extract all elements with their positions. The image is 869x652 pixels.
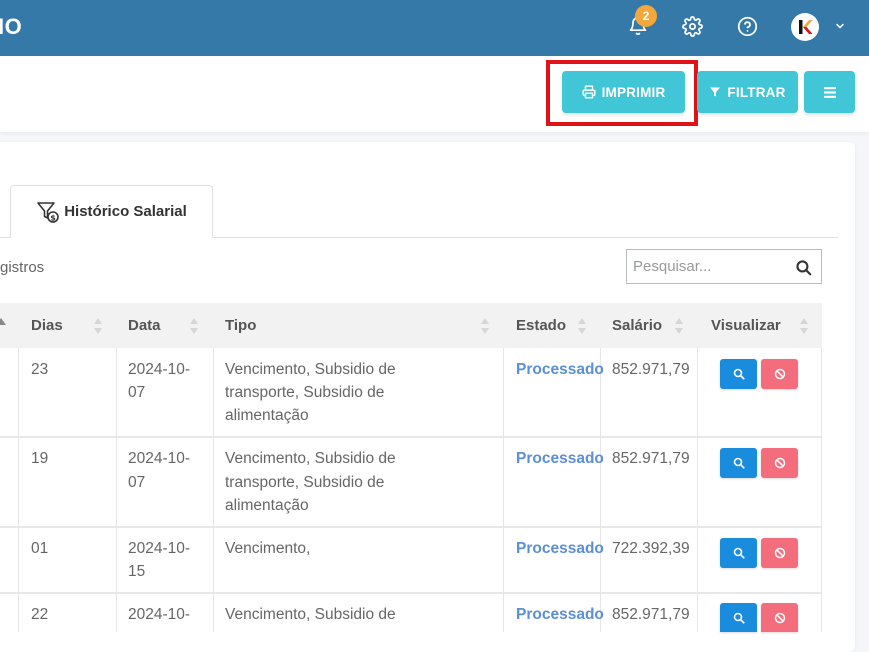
column-header-tipo[interactable]: Tipo [225,303,256,348]
search-box [626,249,822,284]
column-separator [697,348,698,632]
view-button[interactable] [720,538,757,568]
row-separator [0,436,822,438]
chevron-down-icon [836,23,844,29]
user-menu-toggle[interactable] [828,14,852,38]
ban-icon [774,457,785,469]
help-icon [737,16,757,36]
column-separator [821,348,822,632]
ban-icon [774,368,785,380]
search-icon [733,457,745,469]
highlight-box [546,60,698,126]
column-separator [213,348,214,632]
cell-tipo-line1: Vencimento, Subsidio de [225,606,396,623]
cell-data-line1: 2024-10- [128,450,191,467]
cell-tipo-line1: Vencimento, [225,540,311,557]
cell-data-line2: 07 [128,384,146,401]
filter-money-icon: $ [37,201,60,223]
cell-tipo-line3: alimentação [225,407,309,424]
cell-estado: Processado [516,540,604,557]
tab-label: Histórico Salarial [64,203,187,220]
column-header-dias[interactable]: Dias [31,303,63,348]
row-separator [0,526,822,528]
view-button[interactable] [720,603,757,632]
cell-data-line2: 07 [128,474,146,491]
search-input[interactable] [627,250,787,283]
cell-dias: 23 [31,361,49,378]
cell-tipo-line1: Vencimento, Subsidio de [225,361,396,378]
cell-salario: 722.392,39 [612,540,690,557]
settings-button[interactable] [680,14,704,38]
cancel-button[interactable] [761,603,798,632]
column-separator [503,348,504,632]
search-icon [733,612,745,624]
cell-tipo-line3: alimentação [225,497,309,514]
cell-data-line2: 15 [128,563,146,580]
cell-tipo-line1: Vencimento, Subsidio de [225,450,396,467]
sort-icon[interactable] [577,315,587,337]
cell-dias: 19 [31,450,49,467]
view-button[interactable] [720,359,757,389]
sort-icon[interactable] [799,315,809,337]
search-icon[interactable] [795,259,812,276]
gear-icon [681,15,703,37]
cell-estado: Processado [516,361,604,378]
column-separator [18,348,19,632]
tab-historico-salarial[interactable]: $ Histórico Salarial [10,185,213,238]
column-separator [116,348,117,632]
row-separator [0,592,822,594]
cell-estado: Processado [516,606,604,623]
hamburger-icon [823,86,836,98]
cancel-button[interactable] [761,359,798,389]
cell-data-line1: 2024-10- [128,361,191,378]
sort-icon[interactable] [189,315,199,337]
search-icon [733,547,745,559]
table-header: Dias Data Tipo Estado Salário Visualizar [0,303,822,348]
cancel-button[interactable] [761,538,798,568]
sort-icon[interactable] [93,315,103,337]
ban-icon [774,547,785,559]
more-menu-button[interactable] [804,71,855,113]
search-icon [733,368,745,380]
svg-text:$: $ [50,213,56,222]
user-logo-icon [799,20,813,34]
help-button[interactable] [735,14,759,38]
column-separator [600,348,601,632]
cell-tipo-line2: transporte, Subsidio de [225,474,385,491]
brand-logo-text: IO [0,14,23,39]
sort-icon[interactable] [0,315,6,337]
column-header-data[interactable]: Data [128,303,161,348]
column-header-visualizar[interactable]: Visualizar [711,303,781,348]
sort-icon[interactable] [480,315,490,337]
cell-salario: 852.971,79 [612,361,690,378]
cell-salario: 852.971,79 [612,450,690,467]
column-header-estado[interactable]: Estado [516,303,566,348]
avatar[interactable] [791,13,819,41]
filter-button[interactable]: FILTRAR [697,71,798,113]
cell-dias: 01 [31,540,49,557]
cell-data-line1: 2024-10- [128,606,191,623]
filter-icon [710,87,721,97]
cell-data-line1: 2024-10- [128,540,191,557]
cell-estado: Processado [516,450,604,467]
cancel-button[interactable] [761,448,798,478]
cell-tipo-line2: transporte, Subsidio de [225,384,385,401]
filter-button-label: FILTRAR [727,84,786,100]
column-header-salario[interactable]: Salário [612,303,662,348]
sort-icon[interactable] [674,315,684,337]
view-button[interactable] [720,448,757,478]
ban-icon [774,612,785,623]
cell-dias: 22 [31,606,49,623]
top-bar: IO 2 [0,0,869,56]
notifications-badge: 2 [635,5,657,27]
records-per-page-text: gistros [0,259,45,276]
cell-salario: 852.971,79 [612,606,690,623]
